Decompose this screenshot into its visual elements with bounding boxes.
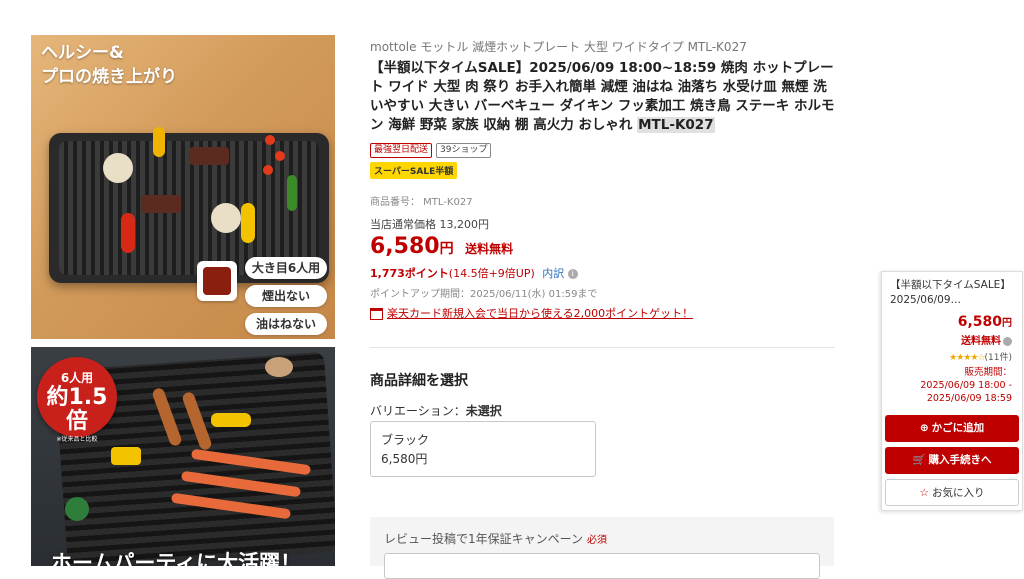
info-icon[interactable] bbox=[1003, 336, 1012, 346]
product-image-2[interactable]: 6人用 約1.5倍 ※従来品と比較 ホームパーティに大活躍！ bbox=[31, 347, 335, 566]
brand-line: mottole モットル 減煙ホットプレート 大型 ワイドタイプ MTL-K02… bbox=[370, 40, 747, 54]
image-headline: ヘルシー& プロの焼き上がり bbox=[41, 43, 177, 87]
panel-sale-period: 販売期間： 2025/06/09 18:00 - 2025/06/09 18:5… bbox=[920, 367, 1012, 404]
regular-price: 当店通常価格 13,200円 bbox=[370, 218, 489, 231]
product-title: 【半額以下タイムSALE】2025/06/09 18:00~18:59 焼肉 ホ… bbox=[370, 60, 835, 133]
review-campaign-select[interactable] bbox=[384, 553, 820, 579]
image-caption: ホームパーティに大活躍！ bbox=[51, 551, 302, 566]
shop-tag: 39ショップ bbox=[436, 143, 492, 158]
info-icon[interactable]: i bbox=[567, 269, 578, 279]
capacity-badge: 6人用 約1.5倍 ※従来品と比較 bbox=[37, 357, 117, 443]
option-price: 6,580円 bbox=[381, 452, 428, 466]
star-rating-icon: ★★★★☆ bbox=[949, 353, 985, 363]
delivery-tag: 最強翌日配送 bbox=[370, 143, 433, 158]
image-badge: 大き目6人用 bbox=[245, 257, 327, 279]
super-sale-tag: スーパーSALE半額 bbox=[370, 162, 458, 179]
image-badge: 煙出ない bbox=[245, 285, 327, 307]
sale-price: 6,580 bbox=[370, 234, 440, 259]
price-row: 6,580円 送料無料 bbox=[370, 234, 514, 259]
panel-price: 6,580円 bbox=[957, 314, 1012, 330]
tag-list: 最強翌日配送 39ショップ bbox=[370, 143, 835, 158]
points-period: ポイントアップ期間：2025/06/11(水) 01:59まで bbox=[370, 289, 598, 300]
panel-shipping: 送料無料 bbox=[961, 332, 1012, 347]
plus-circle-icon: ⊕ bbox=[919, 422, 929, 434]
section-heading: 商品詳細を選択 bbox=[370, 373, 468, 389]
divider bbox=[370, 347, 835, 348]
option-name: ブラック bbox=[381, 433, 430, 447]
credit-card-icon bbox=[370, 308, 383, 320]
product-main-image[interactable]: ヘルシー& プロの焼き上がり 大き目6人用 煙出ない 油はねない bbox=[31, 35, 335, 339]
floating-purchase-panel: 【半額以下タイムSALE】 2025/06/09… 6,580円 送料無料 ★★… bbox=[881, 271, 1023, 511]
product-code-highlight: MTL-K027 bbox=[637, 117, 715, 133]
review-campaign-label: レビュー投稿で1年保証キャンペーン 必須 bbox=[384, 532, 608, 546]
image-badge: 油はねない bbox=[245, 313, 327, 335]
points-value: 1,773ポイント bbox=[370, 267, 449, 280]
points-rate: (14.5倍+9倍UP) bbox=[448, 267, 535, 280]
item-number: 商品番号： MTL-K027 bbox=[370, 197, 473, 208]
variation-label: バリエーション：未選択 bbox=[370, 404, 502, 418]
star-icon: ☆ bbox=[919, 487, 929, 499]
panel-rating[interactable]: ★★★★☆(11件) bbox=[949, 350, 1012, 363]
review-campaign-box: レビュー投稿で1年保証キャンペーン 必須 bbox=[370, 517, 834, 579]
points-detail-link[interactable]: 内訳 bbox=[542, 267, 564, 280]
shipping-label: 送料無料 bbox=[465, 242, 514, 256]
card-promo-link[interactable]: 楽天カード新規入会で当日から使える2,000ポイントゲット！ bbox=[370, 305, 835, 321]
points-row: 1,773ポイント(14.5倍+9倍UP) 内訳 i bbox=[370, 265, 835, 281]
sauce-dish bbox=[197, 261, 237, 301]
checkout-button[interactable]: 🛒 購入手続きへ bbox=[885, 447, 1019, 474]
variation-option-black[interactable]: ブラック 6,580円 bbox=[370, 421, 596, 477]
product-info: mottole モットル 減煙ホットプレート 大型 ワイドタイプ MTL-K02… bbox=[370, 38, 835, 321]
cart-icon: 🛒 bbox=[912, 454, 926, 466]
add-to-cart-button[interactable]: ⊕ かごに追加 bbox=[885, 415, 1019, 442]
favorite-button[interactable]: ☆ お気に入り bbox=[885, 479, 1019, 506]
panel-title: 【半額以下タイムSALE】 2025/06/09… bbox=[890, 279, 1011, 306]
